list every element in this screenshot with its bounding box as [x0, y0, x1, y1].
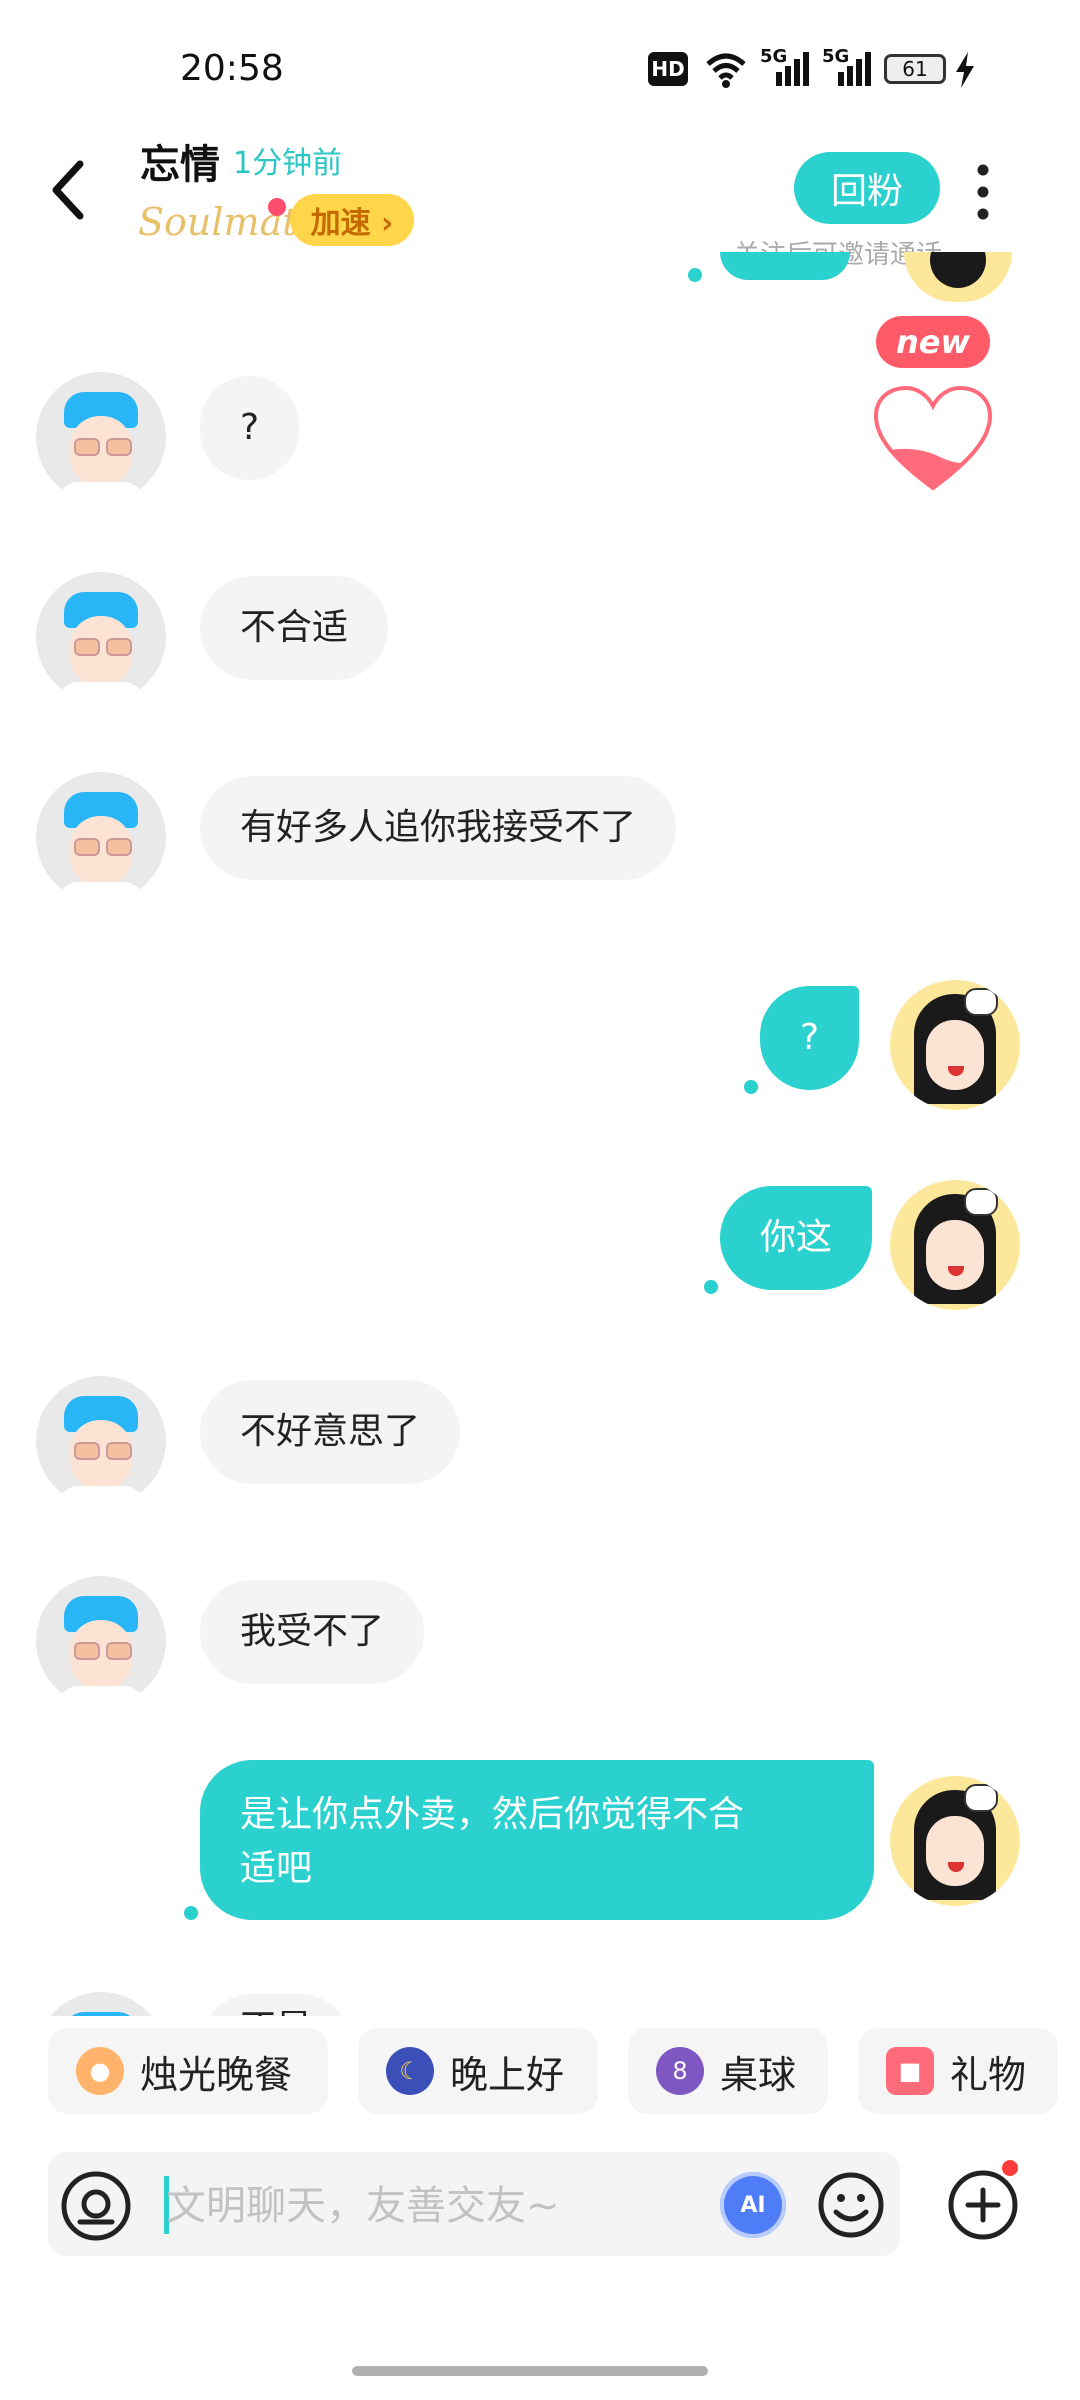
mention-icon[interactable] — [58, 2168, 134, 2244]
quick-reply-gift[interactable]: ■ 礼物 — [858, 2028, 1058, 2114]
more-options-icon[interactable] — [968, 160, 998, 224]
message-bubble-right[interactable]: ? — [760, 986, 860, 1090]
message-clip: 不是 — [0, 1986, 1080, 2016]
billiard-ball-number: 8 — [672, 2057, 688, 2085]
contact-avatar[interactable] — [36, 1576, 166, 1706]
quick-reply-billiards[interactable]: 8 桌球 — [628, 2028, 828, 2114]
contact-avatar[interactable] — [36, 572, 166, 702]
moon-icon: ☾ — [386, 2047, 434, 2095]
signal-5g-icon-2: 5G — [822, 46, 871, 86]
billiard-ball-icon: 8 — [656, 2047, 704, 2095]
message-bubble-left[interactable]: ? — [200, 376, 300, 480]
hd-icon: HD — [648, 52, 688, 86]
message-line: 适吧 — [240, 1848, 313, 1889]
partial-avatar-right — [904, 252, 1012, 302]
ai-label: AI — [740, 2192, 766, 2218]
home-indicator[interactable] — [352, 2366, 708, 2376]
message-bubble-left[interactable]: 我受不了 — [200, 1580, 425, 1684]
charging-icon — [956, 52, 974, 88]
hd-label: HD — [651, 57, 685, 81]
quick-reply-label: 晚上好 — [450, 2052, 565, 2097]
last-seen-status: 1分钟前 — [233, 146, 343, 181]
message-bubble-left[interactable]: 不好意思了 — [200, 1380, 461, 1484]
speed-up-button[interactable]: 加速 › — [290, 194, 414, 246]
soulmate-heart-icon[interactable] — [872, 384, 994, 494]
signal-5g-icon-1: 5G — [760, 46, 809, 86]
message-input[interactable]: 文明聊天，友善交友~ — [166, 2176, 706, 2236]
contact-avatar[interactable] — [36, 1376, 166, 1506]
message-bubble-right[interactable]: 你这 — [720, 1186, 873, 1290]
user-avatar[interactable] — [890, 1776, 1020, 1906]
bubble-tail — [704, 1280, 718, 1294]
contact-avatar[interactable] — [36, 372, 166, 502]
contact-avatar[interactable] — [36, 772, 166, 902]
follow-back-button[interactable]: 回粉 — [794, 152, 940, 224]
emoji-icon[interactable] — [816, 2170, 886, 2240]
battery-icon: 61 — [884, 54, 946, 84]
quick-reply-label: 桌球 — [720, 2052, 797, 2097]
quick-reply-good-evening[interactable]: ☾ 晚上好 — [358, 2028, 598, 2114]
bubble-tail — [184, 1906, 198, 1920]
status-time: 20:58 — [180, 48, 284, 89]
user-avatar[interactable] — [890, 980, 1020, 1110]
bubble-tail — [744, 1080, 758, 1094]
quick-reply-label: 礼物 — [950, 2052, 1027, 2097]
gift-icon: ■ — [886, 2047, 934, 2095]
bubble-tail — [688, 268, 702, 282]
new-badge-label: new — [895, 323, 971, 361]
user-avatar[interactable] — [890, 1180, 1020, 1310]
partial-bubble-right — [720, 252, 850, 280]
wifi-icon — [706, 53, 746, 88]
battery-level: 61 — [902, 57, 928, 81]
new-badge[interactable]: new — [876, 316, 990, 368]
message-bubble-left[interactable]: 不是 — [200, 1994, 353, 2016]
add-icon[interactable] — [946, 2168, 1020, 2242]
dinner-icon: ● — [76, 2047, 124, 2095]
back-button[interactable] — [40, 150, 100, 230]
quick-reply-label: 烛光晚餐 — [140, 2052, 293, 2097]
quick-reply-candlelight-dinner[interactable]: ● 烛光晚餐 — [48, 2028, 328, 2114]
message-bubble-left[interactable]: 不合适 — [200, 576, 389, 680]
notification-dot — [268, 198, 286, 216]
message-bubble-right[interactable]: 是让你点外卖，然后你觉得不合 适吧 — [200, 1760, 874, 1920]
message-line: 是让你点外卖，然后你觉得不合 — [240, 1794, 745, 1835]
net-label-1: 5G — [760, 46, 788, 67]
add-notification-dot — [1002, 2160, 1018, 2176]
net-label-2: 5G — [822, 46, 850, 67]
ai-assistant-button[interactable]: AI — [720, 2172, 786, 2238]
contact-avatar[interactable] — [36, 1992, 166, 2016]
contact-name[interactable]: 忘情 — [140, 132, 220, 190]
message-bubble-left[interactable]: 有好多人追你我接受不了 — [200, 776, 677, 880]
